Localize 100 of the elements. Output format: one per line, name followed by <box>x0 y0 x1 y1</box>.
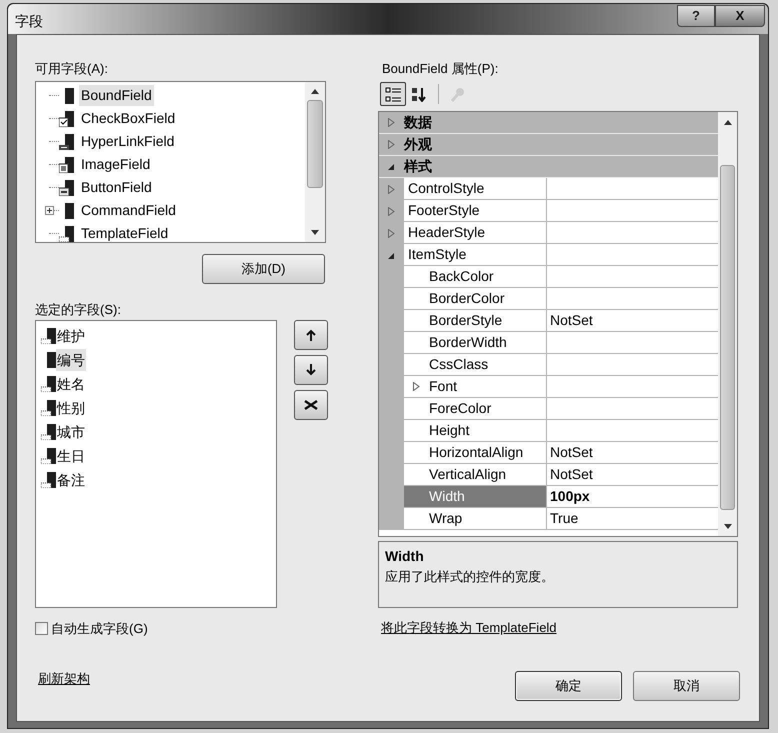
properties-label: BoundField 属性(P): <box>382 61 498 77</box>
property-value-cell[interactable] <box>547 398 718 420</box>
field-item[interactable]: 性别 <box>56 397 86 419</box>
property-name-cell[interactable]: HeaderStyle <box>404 222 547 244</box>
close-button[interactable]: X <box>715 5 765 27</box>
help-button[interactable]: ? <box>677 5 715 27</box>
field-item[interactable]: BoundField <box>79 85 154 106</box>
property-name-cell[interactable]: CssClass <box>404 354 547 376</box>
property-value-cell[interactable] <box>547 178 718 200</box>
property-value-cell[interactable]: NotSet <box>547 442 718 464</box>
field-item[interactable]: CommandField <box>79 200 178 221</box>
add-button[interactable]: 添加(D) <box>202 254 325 284</box>
expand-icon[interactable] <box>413 382 420 391</box>
property-value-cell[interactable]: True <box>547 508 718 530</box>
scrollbar[interactable] <box>305 82 325 242</box>
property-name-cell[interactable]: BorderWidth <box>404 332 547 354</box>
field-item[interactable]: 维护 <box>56 325 86 347</box>
property-name-cell[interactable]: VerticalAlign <box>404 464 547 486</box>
scrollbar[interactable] <box>718 112 737 536</box>
property-name[interactable]: BorderStyle <box>429 310 502 331</box>
property-value-cell[interactable]: NotSet <box>547 464 718 486</box>
collapse-icon[interactable] <box>388 162 395 171</box>
property-name-cell[interactable]: BorderStyle <box>404 310 547 332</box>
property-value-cell[interactable] <box>547 222 718 244</box>
refresh-link[interactable]: 刷新架构 <box>38 668 90 688</box>
property-value-cell[interactable] <box>547 244 718 266</box>
move-up-button[interactable] <box>294 320 328 350</box>
sort-icon <box>411 86 427 102</box>
field-item[interactable]: ButtonField <box>79 177 154 198</box>
move-down-button[interactable] <box>294 355 328 385</box>
property-name[interactable]: Wrap <box>429 508 462 529</box>
property-value-cell[interactable] <box>547 288 718 310</box>
property-name[interactable]: BorderColor <box>429 288 504 309</box>
property-name[interactable]: VerticalAlign <box>429 464 506 485</box>
property-value-cell[interactable] <box>547 266 718 288</box>
property-name-cell[interactable]: FooterStyle <box>404 200 547 222</box>
scrollbar-thumb[interactable] <box>307 100 323 188</box>
field-item[interactable]: 生日 <box>56 445 86 467</box>
property-name-cell[interactable]: ControlStyle <box>404 178 547 200</box>
expand-icon[interactable] <box>45 206 54 215</box>
description-title: Width <box>385 547 424 566</box>
scrollbar-thumb[interactable] <box>720 165 735 510</box>
delete-button[interactable] <box>294 390 328 420</box>
scroll-up-icon <box>311 89 319 94</box>
convert-link[interactable]: 将此字段转换为 TemplateField <box>381 618 557 638</box>
field-item[interactable]: TemplateField <box>79 223 170 242</box>
window-title: 字段 <box>15 12 43 31</box>
column-checkbox-icon <box>59 110 74 126</box>
description-text: 应用了此样式的控件的宽度。 <box>385 568 554 586</box>
property-value-cell[interactable]: 100px <box>547 486 718 508</box>
property-name-cell[interactable]: BorderColor <box>404 288 547 310</box>
field-item[interactable]: CheckBoxField <box>79 108 178 129</box>
property-name[interactable]: HeaderStyle <box>408 222 486 243</box>
field-item[interactable]: HyperLinkField <box>79 131 176 152</box>
categorized-button[interactable] <box>380 82 406 106</box>
property-name-cell[interactable]: BackColor <box>404 266 547 288</box>
property-name[interactable]: Width <box>429 486 465 507</box>
property-name[interactable]: Height <box>429 420 470 441</box>
categorized-icon <box>385 86 401 102</box>
property-name-cell[interactable]: Font <box>404 376 547 398</box>
property-name-cell[interactable]: Width <box>404 486 547 508</box>
collapse-icon[interactable] <box>388 250 395 260</box>
property-name[interactable]: BorderWidth <box>429 332 507 353</box>
property-value-cell[interactable] <box>547 332 718 354</box>
scroll-up-icon <box>724 120 732 125</box>
field-label: 可用字段(A): <box>35 61 108 77</box>
field-item[interactable]: 姓名 <box>56 373 86 395</box>
checkbox-label: 自动生成字段(G) <box>51 620 148 638</box>
column-link-icon <box>59 134 74 150</box>
property-value-cell[interactable] <box>547 354 718 376</box>
field-item[interactable]: 备注 <box>56 469 86 491</box>
category-label: 样式 <box>404 157 432 176</box>
wrench-icon <box>450 86 466 102</box>
up-arrow-icon <box>305 329 317 341</box>
field-item[interactable]: 编号 <box>56 349 86 371</box>
property-name[interactable]: BackColor <box>429 266 494 287</box>
field-item[interactable]: ImageField <box>79 154 152 175</box>
property-name-cell[interactable]: Wrap <box>404 508 547 530</box>
property-name[interactable]: ItemStyle <box>408 244 466 265</box>
property-value-cell[interactable] <box>547 376 718 398</box>
property-name-cell[interactable]: ForeColor <box>404 398 547 420</box>
property-name[interactable]: ForeColor <box>429 398 492 419</box>
property-name[interactable]: HorizontalAlign <box>429 442 524 463</box>
property-name[interactable]: FooterStyle <box>408 200 480 221</box>
field-item[interactable]: 城市 <box>56 421 86 443</box>
property-value-cell[interactable] <box>547 420 718 442</box>
checkbox[interactable] <box>35 622 48 636</box>
property-value-cell[interactable] <box>547 200 718 222</box>
property-name[interactable]: CssClass <box>429 354 488 375</box>
property-name-cell[interactable]: ItemStyle <box>404 244 547 266</box>
cancel-button[interactable]: 取消 <box>633 670 740 700</box>
column-image-icon <box>59 156 74 172</box>
property-name[interactable]: Font <box>429 376 458 397</box>
property-name[interactable]: ControlStyle <box>408 178 484 199</box>
category-label: 数据 <box>404 113 432 132</box>
property-value-cell[interactable]: NotSet <box>547 310 718 332</box>
ok-button[interactable]: 确定 <box>515 670 622 700</box>
property-name-cell[interactable]: HorizontalAlign <box>404 442 547 464</box>
column-template-icon <box>41 376 56 392</box>
property-name-cell[interactable]: Height <box>404 420 547 442</box>
